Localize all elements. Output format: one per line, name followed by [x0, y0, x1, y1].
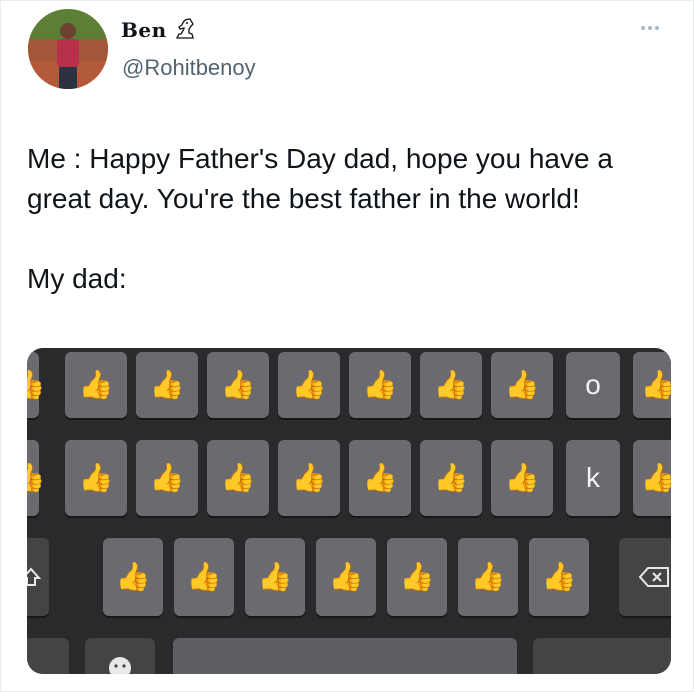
author-handle[interactable]: @Rohitbenoy: [122, 55, 256, 81]
thumb-key: 👍: [174, 538, 234, 616]
thumbs-up-emoji: 👍: [115, 561, 151, 592]
thumb-key: 👍: [420, 352, 482, 418]
thumb-key: 👍: [458, 538, 518, 616]
tweet-line-3: My dad:: [27, 263, 127, 294]
thumb-key: 👍: [278, 352, 340, 418]
thumbs-up-emoji: 👍: [220, 462, 256, 493]
thumbs-up-emoji: 👍: [362, 369, 398, 400]
thumb-key: 👍: [136, 440, 198, 516]
key-partial-right: 👍: [633, 440, 671, 516]
thumb-key: 👍: [245, 538, 305, 616]
thumbs-up-emoji: 👍: [291, 462, 327, 493]
key-letter: o: [585, 369, 601, 400]
thumb-key: 👍: [349, 352, 411, 418]
avatar[interactable]: [28, 9, 108, 89]
thumbs-up-emoji: 👍: [640, 369, 671, 400]
key-letter: k: [586, 462, 600, 493]
author-name-row: Ben: [121, 15, 199, 45]
key-partial-left: 👍: [27, 440, 45, 516]
thumb-key: 👍: [491, 352, 553, 418]
thumb-key: 👍: [278, 440, 340, 516]
thumbs-up-emoji: 👍: [149, 369, 185, 400]
thumb-key: 👍: [207, 440, 269, 516]
key-k: k: [566, 440, 620, 516]
thumbs-up-emoji: 👍: [149, 462, 185, 493]
knight-chess-icon: [173, 16, 199, 45]
thumb-key: 👍: [207, 352, 269, 418]
thumb-key: 👍: [103, 538, 163, 616]
thumbs-up-emoji: 👍: [640, 462, 671, 493]
thumbs-up-emoji: 👍: [433, 462, 469, 493]
thumbs-up-emoji: 👍: [504, 369, 540, 400]
thumb-key: 👍: [136, 352, 198, 418]
thumbs-up-emoji: 👍: [78, 369, 114, 400]
thumbs-up-emoji: 👍: [541, 561, 577, 592]
tweet-line-2: great day. You're the best father in the…: [27, 183, 580, 214]
emoji-face-icon: [85, 638, 155, 674]
key-o: o: [566, 352, 620, 418]
thumbs-up-emoji: 👍: [27, 369, 46, 400]
thumbs-up-emoji: 👍: [186, 561, 222, 592]
display-name[interactable]: Ben: [121, 18, 167, 42]
return-key: [533, 638, 671, 674]
tweet-line-1: Me : Happy Father's Day dad, hope you ha…: [27, 143, 613, 174]
thumb-key: 👍: [529, 538, 589, 616]
ellipsis-icon[interactable]: [641, 23, 667, 33]
numbers-key: [27, 638, 69, 674]
thumb-key: 👍: [387, 538, 447, 616]
thumb-key: 👍: [420, 440, 482, 516]
thumbs-up-emoji: 👍: [504, 462, 540, 493]
thumb-key: 👍: [491, 440, 553, 516]
thumb-key: 👍: [349, 440, 411, 516]
key-partial-right: 👍: [633, 352, 671, 418]
shift-icon: [27, 538, 49, 616]
thumb-key: 👍: [65, 440, 127, 516]
thumb-key: 👍: [65, 352, 127, 418]
thumbs-up-emoji: 👍: [362, 462, 398, 493]
media-image[interactable]: 👍 👍 👍 👍 👍 👍 👍 👍 o 👍 👍 👍 👍 👍 👍 👍 👍 👍 k 👍 👍 👍 👍 👍 👍 👍 👍: [27, 348, 671, 674]
thumbs-up-emoji: 👍: [433, 369, 469, 400]
thumbs-up-emoji: 👍: [291, 369, 327, 400]
thumbs-up-emoji: 👍: [27, 462, 46, 493]
space-bar: [173, 638, 517, 674]
tweet-text: Me : Happy Father's Day dad, hope you ha…: [27, 139, 677, 299]
thumbs-up-emoji: 👍: [470, 561, 506, 592]
thumbs-up-emoji: 👍: [399, 561, 435, 592]
tweet-card: Ben @Rohitbenoy Me : Happy Father's Day …: [0, 0, 694, 692]
thumbs-up-emoji: 👍: [220, 369, 256, 400]
thumbs-up-emoji: 👍: [328, 561, 364, 592]
thumbs-up-emoji: 👍: [78, 462, 114, 493]
thumb-key: 👍: [316, 538, 376, 616]
backspace-icon: [619, 538, 671, 616]
key-partial-left: 👍: [27, 352, 45, 418]
thumbs-up-emoji: 👍: [257, 561, 293, 592]
